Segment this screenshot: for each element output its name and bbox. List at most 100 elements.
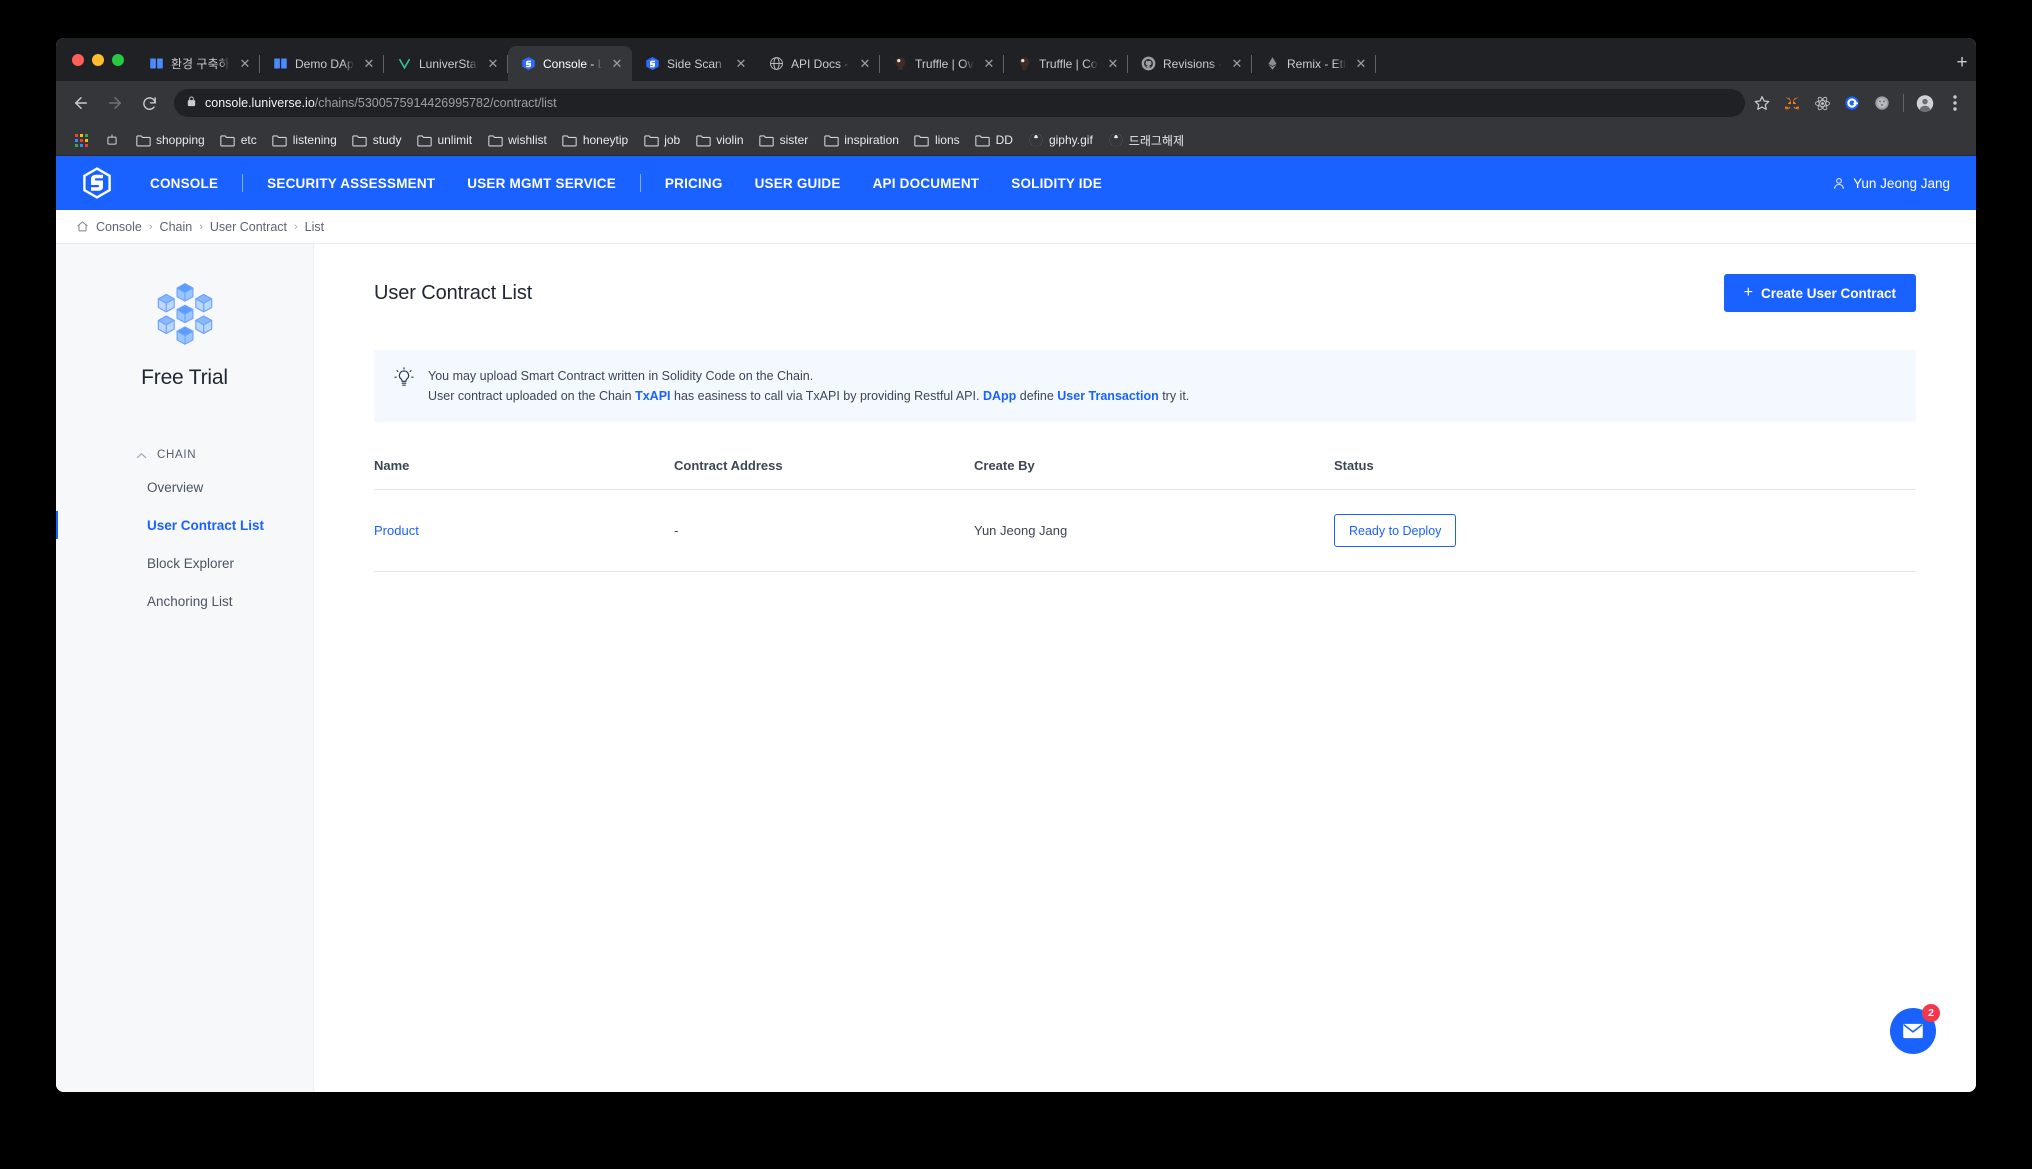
tab-close-icon[interactable]: ✕ [1105,56,1121,72]
bookmark-item[interactable] [97,129,127,151]
tab-title: Console - Luniverse [543,56,602,71]
support-chat-button[interactable]: 2 [1890,1004,1940,1054]
tab-close-icon[interactable]: ✕ [237,56,253,72]
browser-window: 환경 구축하기✕Demo DApp 체험하기✕LuniverStar K✕Con… [56,38,1976,1092]
breadcrumb-item-user-contract[interactable]: User Contract [210,220,287,234]
browser-tab[interactable]: 환경 구축하기 ✕ [136,46,260,81]
url-host: console.luniverse.io [205,96,315,110]
bookmark-item[interactable]: DD [968,129,1020,151]
nav-link-solidity-ide[interactable]: SOLIDITY IDE [995,176,1118,191]
menu-icon[interactable] [1946,94,1964,112]
tab-close-icon[interactable]: ✕ [609,56,625,72]
bookmark-item[interactable]: sister [752,129,816,151]
sidebar-item-overview[interactable]: Overview [56,468,313,506]
bookmark-item[interactable]: honeytip [555,129,635,151]
browser-tab[interactable]: Side Scan - Luniverse ✕ [632,46,756,81]
breadcrumb-items: Console › Chain › User Contract › List [96,220,324,234]
nav-link-console[interactable]: CONSOLE [134,176,234,191]
extension-icon[interactable] [1843,94,1861,112]
forward-icon[interactable] [100,88,130,118]
bookmark-item[interactable]: unlimit [409,129,479,151]
browser-tab[interactable]: Truffle | Overview | ✕ [880,46,1004,81]
dapp-link[interactable]: DApp [983,389,1016,403]
nav-link-pricing[interactable]: PRICING [649,176,739,191]
page-title: User Contract List [374,281,533,304]
nav-link-user-guide[interactable]: USER GUIDE [739,176,857,191]
bookmark-item[interactable]: etc [213,129,264,151]
reload-icon[interactable] [134,88,164,118]
react-devtools-icon[interactable] [1813,94,1831,112]
sidebar-item-anchoring-list[interactable]: Anchoring List [56,582,313,620]
luniverse-icon [644,56,660,72]
new-tab-button[interactable]: + [1948,49,1976,77]
extension-alt-icon[interactable] [1873,94,1891,112]
luniverse-logo-icon[interactable] [82,167,112,199]
browser-tab[interactable]: Truffle | Configuration ✕ [1004,46,1128,81]
tab-close-icon[interactable]: ✕ [1353,56,1369,72]
star-icon[interactable] [1753,94,1771,112]
status-badge[interactable]: Ready to Deploy [1334,514,1457,547]
bookmark-item[interactable]: giphy.gif [1021,129,1100,151]
nav-link-api-document[interactable]: API DOCUMENT [857,176,996,191]
browser-tab[interactable]: Remix - Ethereum IDE ✕ [1252,46,1376,81]
nav-link-user-mgmt-service[interactable]: USER MGMT SERVICE [451,176,632,191]
breadcrumb-separator: › [148,220,153,233]
main-header: User Contract List + Create User Contrac… [374,274,1916,312]
bookmark-item[interactable] [66,129,96,151]
folder-icon [416,132,432,148]
bookmark-label: lions [934,133,960,147]
breadcrumb-item-list[interactable]: List [305,220,324,234]
txapi-link[interactable]: TxAPI [635,389,670,403]
main-content: User Contract List + Create User Contrac… [314,244,1976,1092]
info-line-1: You may upload Smart Contract written in… [428,369,814,383]
breadcrumb-item-chain[interactable]: Chain [160,220,193,234]
profile-icon[interactable] [1916,94,1934,112]
contract-name-link[interactable]: Product [374,523,419,538]
sidebar-group-header[interactable]: CHAIN [56,442,313,468]
breadcrumb-separator: › [199,220,203,233]
bookmark-item[interactable]: inspiration [816,129,906,151]
bookmark-item[interactable]: wishlist [480,129,554,151]
browser-tab[interactable]: LuniverStar K ✕ [384,46,508,81]
maximize-window-button[interactable] [112,53,124,66]
globe-bookmark-icon [1028,132,1044,148]
address-bar[interactable]: console.luniverse.io/chains/530057591442… [174,89,1745,117]
browser-tab[interactable]: Console - Luniverse ✕ [508,46,632,81]
browser-tab[interactable]: API Docs - Luniverse ✕ [756,46,880,81]
url-path: /chains/5300575914426995782/contract/lis… [314,96,557,110]
bookmark-label: study [372,133,402,147]
bookmark-item[interactable]: violin [688,129,750,151]
sidebar-item-user-contract-list[interactable]: User Contract List [56,506,313,544]
tab-close-icon[interactable]: ✕ [485,56,501,72]
bookmark-item[interactable]: listening [265,129,344,151]
bookmark-item[interactable]: job [636,129,687,151]
tab-close-icon[interactable]: ✕ [361,56,377,72]
create-user-contract-button[interactable]: + Create User Contract [1723,274,1916,312]
browser-toolbar: console.luniverse.io/chains/530057591442… [56,81,1976,125]
sidebar-item-block-explorer[interactable]: Block Explorer [56,544,313,582]
bookmark-item[interactable]: 드래그해제 [1101,129,1191,152]
back-icon[interactable] [66,88,96,118]
folder-icon [643,132,659,148]
metamask-icon[interactable] [1783,94,1801,112]
minimize-window-button[interactable] [92,53,104,66]
user-transaction-link[interactable]: User Transaction [1057,389,1158,403]
browser-tab[interactable]: Revisions · Created ✕ [1128,46,1252,81]
breadcrumb-item-console[interactable]: Console [96,220,142,234]
chevron-up-icon [136,452,147,458]
nav-link-security-assessment[interactable]: SECURITY ASSESSMENT [251,176,451,191]
tab-close-icon[interactable]: ✕ [733,56,749,72]
bookmark-item[interactable]: study [345,129,409,151]
user-menu[interactable]: Yun Jeong Jang [1832,176,1950,191]
browser-tab[interactable]: Demo DApp 체험하기 ✕ [260,46,384,81]
tab-close-icon[interactable]: ✕ [857,56,873,72]
close-window-button[interactable] [72,53,84,66]
ethereum-icon [1264,56,1280,72]
table-body: Product - Yun Jeong Jang Ready to Deploy [374,489,1916,572]
tab-title: Truffle | Overview | [915,56,974,71]
tab-close-icon[interactable]: ✕ [981,56,997,72]
bookmark-item[interactable]: shopping [128,129,212,151]
bookmark-item[interactable]: lions [907,129,967,151]
tab-close-icon[interactable]: ✕ [1229,56,1245,72]
window-controls [66,38,136,81]
